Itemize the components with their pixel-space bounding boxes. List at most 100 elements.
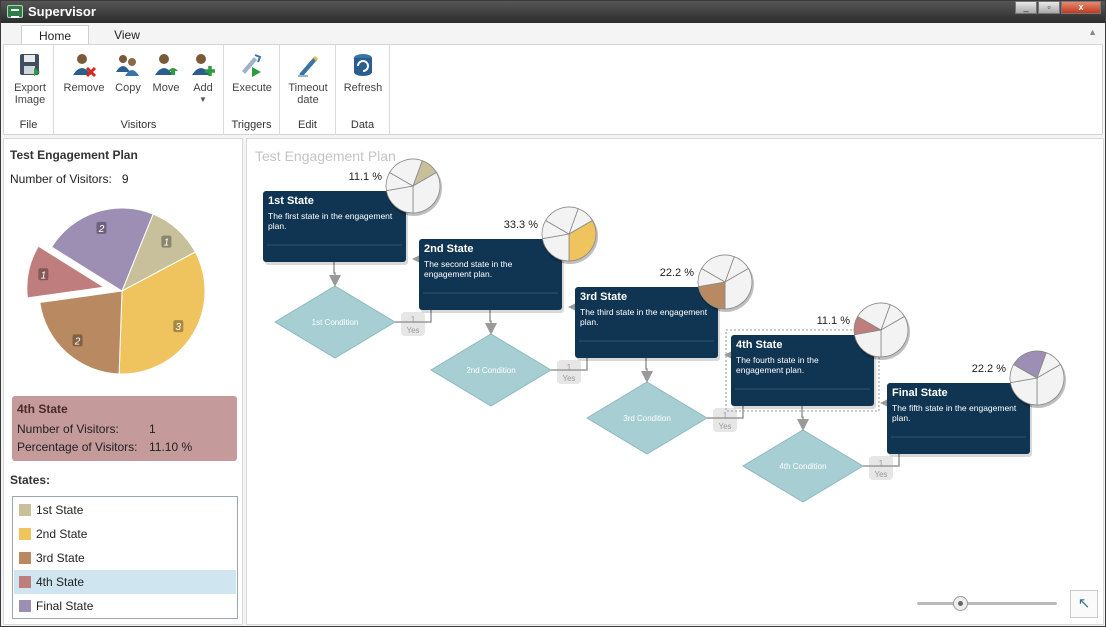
selected-percent-row: Percentage of Visitors: 11.10 % xyxy=(17,440,192,454)
state-color-swatch xyxy=(19,552,31,564)
execute-button[interactable]: Execute xyxy=(232,51,272,94)
group-visitors: Remove Copy Move Add ▼ Visitors xyxy=(54,45,224,134)
collapse-ribbon-icon[interactable]: ▲ xyxy=(1088,27,1097,37)
states-list: 1st State 2nd State 3rd State 4th State Fina… xyxy=(12,496,238,619)
state-list-item[interactable]: 2nd State xyxy=(14,522,236,546)
visitors-label: Number of Visitors: xyxy=(10,172,112,186)
state-mini-pie[interactable] xyxy=(697,254,754,312)
condition-node[interactable]: 3rd Condition xyxy=(586,381,708,455)
condition-label: 2nd Condition xyxy=(466,366,515,375)
condition-node[interactable]: 1st Condition xyxy=(274,285,396,359)
state-percent: 22.2 % xyxy=(972,363,1006,375)
pie-slice-label: 1 xyxy=(164,238,170,249)
state-list-item[interactable]: 3rd State xyxy=(14,546,236,570)
ribbon: Export Image File Remove Copy Move Add ▼ xyxy=(3,44,1103,135)
state-mini-pie[interactable] xyxy=(1009,350,1066,408)
state-description: The fourth state in the xyxy=(736,355,819,365)
state-description: The second state in the xyxy=(424,259,513,269)
group-file: Export Image File xyxy=(4,45,54,134)
fit-arrow-icon: ↖ xyxy=(1077,595,1091,612)
plan-title: Test Engagement Plan xyxy=(10,148,138,162)
state-list-item[interactable]: Final State xyxy=(14,594,236,618)
group-visitors-title: Visitors xyxy=(120,119,157,131)
remove-visitor-button[interactable]: Remove xyxy=(62,51,106,94)
state-node[interactable]: Final State The fifth state in the engage… xyxy=(887,383,1032,457)
state-color-swatch xyxy=(19,576,31,588)
tab-view[interactable]: View xyxy=(93,25,161,46)
state-node[interactable]: 2nd State The second state in theengageme… xyxy=(419,239,564,313)
execute-icon xyxy=(242,54,262,77)
add-visitor-button[interactable]: Add ▼ xyxy=(186,51,220,106)
state-description: plan. xyxy=(268,221,286,231)
state-percent: 22.2 % xyxy=(660,267,694,279)
state-description: The third state in the engagement xyxy=(580,307,708,317)
group-data: Refresh Data xyxy=(336,45,390,134)
condition-label: 3rd Condition xyxy=(623,414,671,423)
save-image-icon xyxy=(20,54,40,76)
condition-branch: Yes xyxy=(874,470,887,479)
state-list-label: Final State xyxy=(36,599,94,613)
state-node[interactable]: 1st State The first state in the engageme… xyxy=(263,191,408,265)
main-window: Supervisor _ ▫ x Home View ▲ Export Imag… xyxy=(0,0,1106,627)
group-triggers-title: Triggers xyxy=(231,119,272,131)
state-percent: 11.1 % xyxy=(817,315,851,327)
pie-slice-3[interactable] xyxy=(39,290,123,375)
condition-node[interactable]: 4th Condition xyxy=(742,429,864,503)
app-icon xyxy=(7,5,23,18)
visitors-pie-chart[interactable]: 1 3 2 1 2 xyxy=(4,187,242,397)
group-edit-title: Edit xyxy=(298,119,317,131)
zoom-slider-track[interactable] xyxy=(917,602,1057,605)
selected-state-info: 4th State Number of Visitors: 1 Percenta… xyxy=(12,396,237,461)
state-list-item[interactable]: 1st State xyxy=(14,498,236,522)
visitors-count-line: Number of Visitors: 9 xyxy=(10,172,129,186)
tab-home[interactable]: Home xyxy=(21,25,89,46)
state-mini-pie[interactable] xyxy=(541,206,598,264)
export-image-button[interactable]: Export Image xyxy=(10,51,50,106)
condition-label: 4th Condition xyxy=(779,462,826,471)
visitors-value: 9 xyxy=(121,172,129,186)
minimize-button[interactable]: _ xyxy=(1015,1,1037,14)
state-list-label: 1st State xyxy=(36,503,84,517)
state-description: The first state in the engagement xyxy=(268,211,393,221)
selected-visitors-label: Number of Visitors: xyxy=(17,422,119,436)
state-percent: 11.1 % xyxy=(349,171,383,183)
maximize-button[interactable]: ▫ xyxy=(1038,1,1060,14)
summary-panel: Test Engagement Plan Number of Visitors:… xyxy=(3,138,243,625)
execute-label: Execute xyxy=(232,82,272,94)
move-label: Move xyxy=(152,82,180,94)
move-visitor-button[interactable]: Move xyxy=(148,51,184,94)
timeout-date-button[interactable]: Timeout date xyxy=(286,51,330,106)
ribbon-tabs: Home View ▲ xyxy=(1,23,1105,46)
state-description: plan. xyxy=(892,413,910,423)
move-user-icon xyxy=(155,54,178,75)
title-bar[interactable]: Supervisor _ ▫ x xyxy=(1,1,1105,23)
add-dropdown-icon[interactable]: ▼ xyxy=(186,94,220,106)
add-user-icon xyxy=(192,54,215,76)
state-list-label: 2nd State xyxy=(36,527,88,541)
condition-node[interactable]: 2nd Condition xyxy=(430,333,552,407)
state-list-item[interactable]: 4th State xyxy=(14,570,236,594)
diagram-canvas[interactable]: Test Engagement Plan 1st Condition 1 Yes 2n… xyxy=(246,138,1104,625)
state-color-swatch xyxy=(19,528,31,540)
add-label: Add xyxy=(193,82,213,94)
zoom-slider-thumb[interactable] xyxy=(953,596,968,611)
state-mini-pie[interactable] xyxy=(385,158,442,216)
state-title: 3rd State xyxy=(580,291,627,303)
copy-visitor-button[interactable]: Copy xyxy=(110,51,146,94)
state-color-swatch xyxy=(19,504,31,516)
fit-to-view-button[interactable]: ↖ xyxy=(1070,590,1098,618)
close-button[interactable]: x xyxy=(1061,1,1101,14)
state-list-label: 4th State xyxy=(36,575,85,589)
timeout-date-label: Timeout date xyxy=(288,82,328,106)
state-description: engagement plan. xyxy=(424,269,492,279)
refresh-icon xyxy=(354,54,372,76)
state-mini-pie[interactable] xyxy=(853,302,910,360)
state-title: 1st State xyxy=(268,195,314,207)
state-node[interactable]: 3rd State The third state in the engageme… xyxy=(575,287,720,361)
state-description: plan. xyxy=(580,317,598,327)
pie-slice-label: 3 xyxy=(176,322,182,333)
refresh-button[interactable]: Refresh xyxy=(342,51,384,94)
engagement-flow-diagram: 1st Condition 1Yes2nd Condition 1Yes3rd Co… xyxy=(263,158,1066,503)
condition-label: 1st Condition xyxy=(312,318,359,327)
states-label: States: xyxy=(10,473,51,487)
